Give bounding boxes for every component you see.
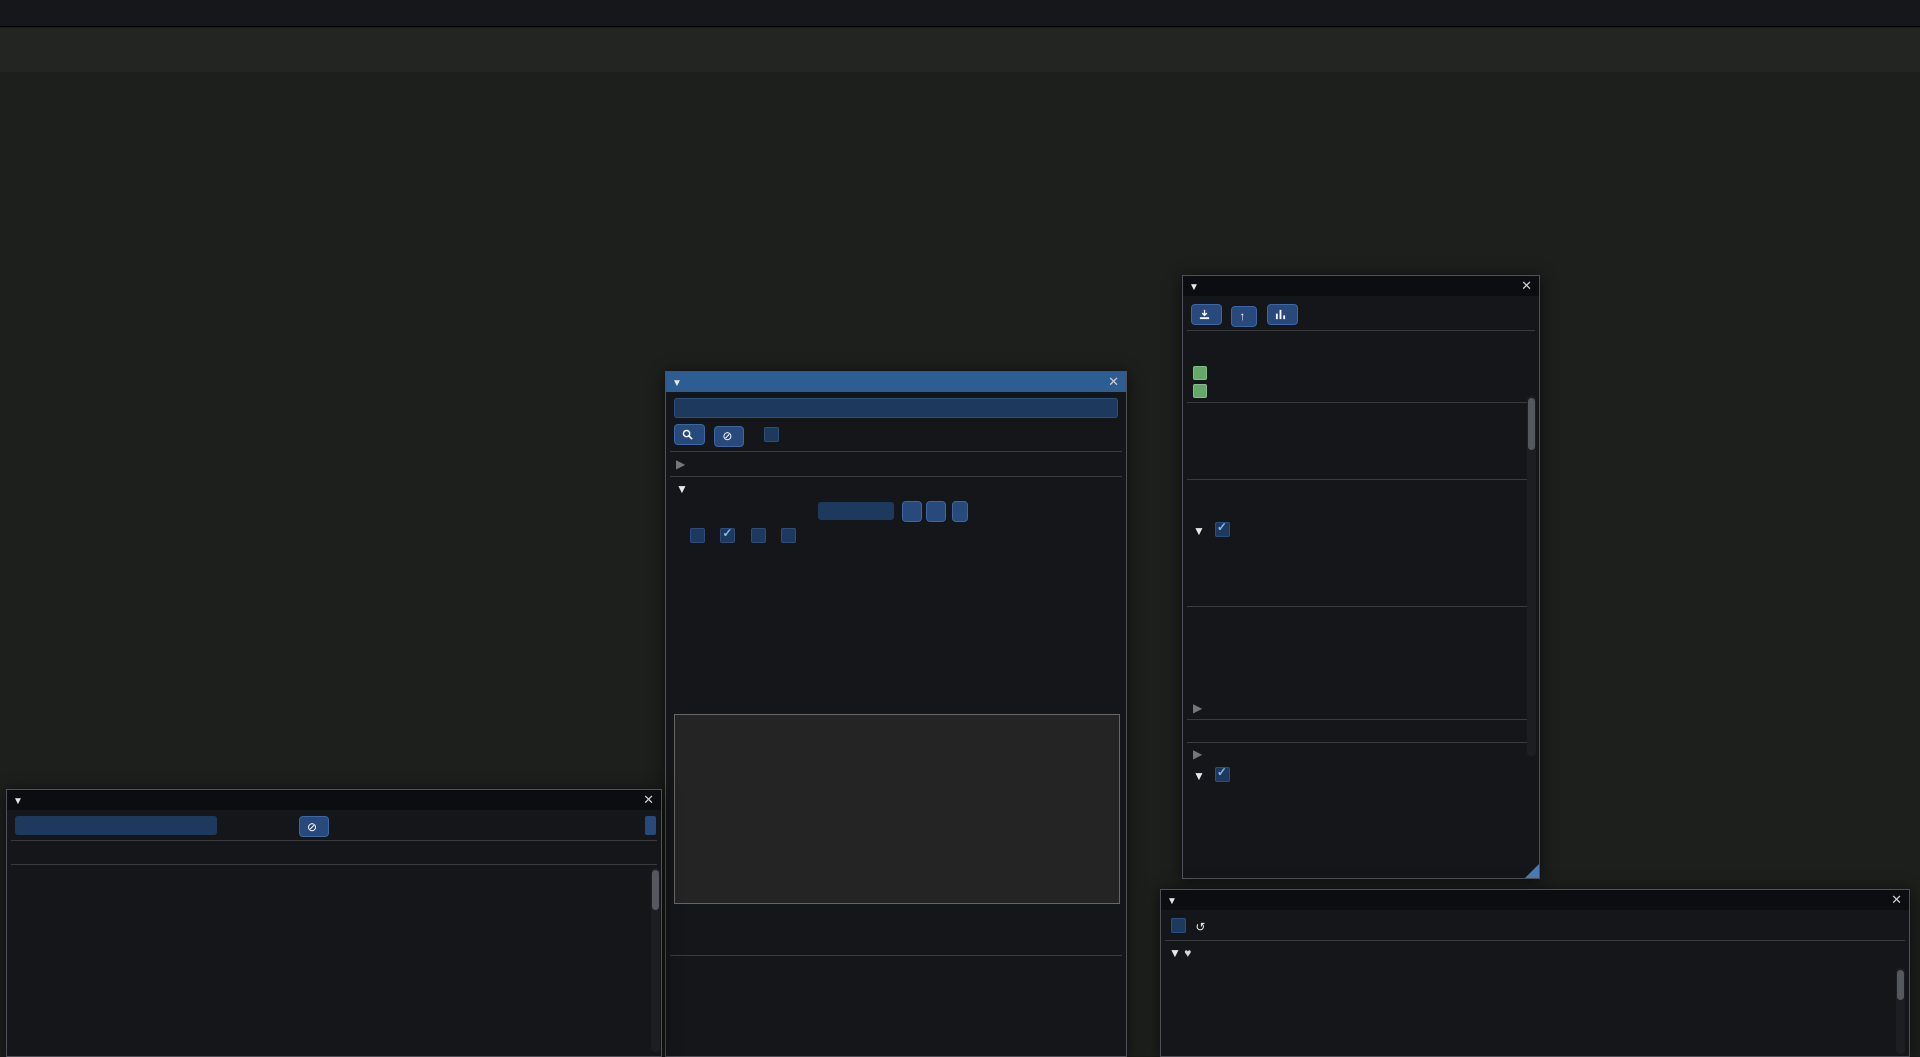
clear-filter-button[interactable]: ⊘ [299,816,329,837]
thread-color-swatch [1193,384,1207,398]
bin-plus-button[interactable] [926,501,946,522]
resize-grip[interactable] [1525,864,1539,878]
search-input[interactable] [674,398,1118,418]
close-icon[interactable]: ✕ [1891,890,1902,910]
collapse-icon[interactable]: ▼ [1189,282,1199,293]
collapse-icon[interactable]: ▼ [672,378,682,389]
matched-source-locations[interactable]: ▶ [676,457,689,471]
up-arrow-icon: ↑ [1239,309,1245,323]
scroll-corner[interactable] [645,816,656,835]
scrollbar[interactable] [1527,396,1536,756]
allocations-list[interactable]: ▶ [1193,701,1206,715]
close-icon[interactable]: ✕ [1108,372,1119,392]
scrollbar[interactable] [651,868,660,1052]
wait-regions-header[interactable]: ▼ [1193,522,1230,538]
clear-icon: ⊘ [307,820,317,834]
zoom-to-zone-button[interactable] [1191,304,1222,325]
clear-button[interactable]: ⊘ [714,426,744,447]
statistics-button-zi[interactable] [1267,304,1298,325]
group-children-checkbox[interactable] [1215,767,1230,782]
ignore-case-checkbox[interactable] [764,427,779,442]
log-values-checkbox[interactable] [690,528,705,543]
scrollbar[interactable] [1896,968,1905,1054]
histogram-header[interactable]: ▼ [676,482,691,496]
cumulate-time-checkbox[interactable] [751,528,766,543]
collapse-icon[interactable]: ▼ [1167,896,1177,907]
memory-titlebar[interactable]: ▼ ✕ [1161,890,1909,910]
zone-trace-header[interactable]: ▶ [1193,747,1206,761]
self-time-checkbox[interactable] [781,528,796,543]
zone-info-titlebar[interactable]: ▼ ✕ [1183,276,1539,296]
min-bin-input[interactable] [818,502,894,520]
frame-separator-row [0,108,1920,126]
restrict-time-checkbox[interactable] [1171,918,1186,933]
find-zone-histogram[interactable] [674,714,1120,904]
location-color-swatch [1193,366,1207,380]
close-icon[interactable]: ✕ [1521,276,1532,296]
clear-icon: ⊘ [722,429,732,443]
history-icon: ↺ [1195,920,1205,934]
heart-icon: ♥ [1184,946,1191,960]
collapse-icon[interactable]: ▼ [13,796,23,807]
tracy-profiler-window: ▼ ✕ ⊘ ▶ ▼ [0,0,1920,1057]
close-icon[interactable]: ✕ [643,790,654,810]
reset-button[interactable] [952,501,968,522]
search-icon [682,429,693,440]
statistics-window: ▼ ✕ ⊘ [6,789,662,1057]
histogram-options [690,528,796,544]
zoom-to-zone-icon [1199,309,1210,320]
bar-chart-icon [1275,309,1286,320]
zone-info-window: ▼ ✕ ↑ ▼ ▶ [1182,275,1540,879]
find-button[interactable] [674,424,705,445]
time-relative-checkbox[interactable] [1215,522,1230,537]
active-allocations-header[interactable]: ▼ ♥ [1169,946,1213,960]
memory-window: ▼ ✕ ↺ ▼ ♥ [1160,889,1910,1057]
find-zone-window: ▼ ✕ ⊘ ▶ ▼ [665,371,1127,1057]
find-zone-titlebar[interactable]: ▼ ✕ [666,372,1126,392]
frame-time-strip[interactable] [0,28,1920,72]
child-zones-header[interactable]: ▼ [1193,767,1230,783]
log-time-checkbox[interactable] [720,528,735,543]
filter-input[interactable] [15,816,217,835]
bin-minus-button[interactable] [902,501,922,522]
main-toolbar [0,0,1920,27]
go-to-parent-button[interactable]: ↑ [1231,306,1257,327]
statistics-titlebar[interactable]: ▼ ✕ [7,790,661,810]
timeline-ruler [0,74,1920,108]
